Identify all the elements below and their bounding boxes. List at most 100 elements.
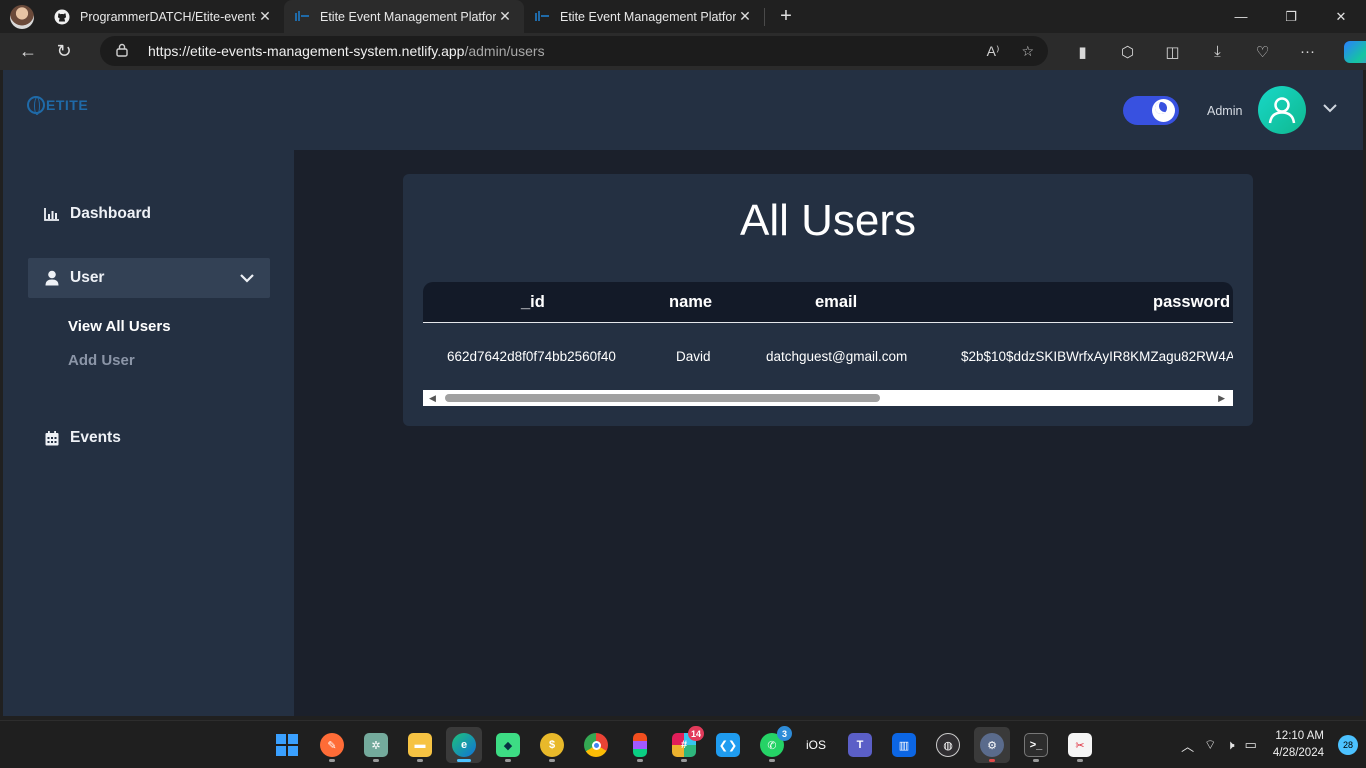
- column-header-id: _id: [521, 293, 545, 311]
- running-indicator: [1077, 759, 1083, 762]
- scroll-right-arrow-icon[interactable]: ▶: [1218, 393, 1225, 404]
- slack-icon[interactable]: #14: [666, 726, 704, 763]
- refresh-icon[interactable]: ↻: [46, 41, 82, 62]
- close-tab-icon[interactable]: ✕: [496, 8, 514, 25]
- cell-password: $2b$10$ddzSKIBWrfxAyIR8KMZagu82RW4A: [961, 349, 1233, 364]
- users-table: _id name email password 662d7642d8f0f74b…: [423, 282, 1233, 406]
- running-indicator: [417, 759, 423, 762]
- chevron-up-icon[interactable]: ︿: [1181, 736, 1194, 755]
- close-tab-icon[interactable]: ✕: [256, 8, 274, 25]
- wifi-icon[interactable]: ⌔: [1204, 737, 1216, 753]
- more-menu-icon[interactable]: ···: [1285, 43, 1330, 60]
- battery-icon[interactable]: ▭: [1245, 737, 1257, 753]
- running-indicator: [373, 759, 379, 762]
- volume-icon[interactable]: 🕨: [1226, 737, 1234, 753]
- clock[interactable]: 12:10 AM 4/28/2024: [1273, 728, 1324, 762]
- notification-badge[interactable]: 28: [1338, 735, 1358, 755]
- running-indicator: [1033, 759, 1039, 762]
- browser-tab-etite[interactable]: Etite Event Management Platform ✕: [524, 0, 764, 33]
- vscode-icon[interactable]: ❮❯: [710, 727, 746, 763]
- new-tab-button[interactable]: +: [771, 5, 801, 28]
- calendar-icon: [44, 430, 60, 446]
- sidebar-item-dashboard[interactable]: Dashboard: [28, 194, 270, 234]
- maximize-icon[interactable]: ❐: [1266, 0, 1316, 33]
- windows-start-button[interactable]: [269, 727, 305, 763]
- snipping-tool-icon[interactable]: ✂: [1062, 727, 1098, 763]
- sidebar: Dashboard User View All Users Add User E…: [3, 150, 294, 716]
- window-controls: — ❐ ✕: [1216, 0, 1366, 33]
- sidebar-item-label: Events: [70, 429, 121, 446]
- settings-icon[interactable]: ⚙: [974, 727, 1010, 763]
- browser-tab-etite-active[interactable]: Etite Event Management Platform ✕: [284, 0, 524, 33]
- app-header: ETITE Admin: [3, 70, 1363, 150]
- money-app-icon[interactable]: $: [534, 727, 570, 763]
- copilot-icon[interactable]: [1344, 40, 1366, 63]
- sidebar-subitem-view-all-users[interactable]: View All Users: [68, 318, 171, 335]
- scroll-left-arrow-icon[interactable]: ◀: [429, 393, 436, 404]
- etite-icon: [294, 9, 310, 25]
- windows-logo-icon: [276, 734, 298, 756]
- sidebar-item-user[interactable]: User: [28, 258, 270, 298]
- split-screen-icon[interactable]: ◫: [1150, 43, 1195, 61]
- android-studio-icon[interactable]: ◆: [490, 727, 526, 763]
- browser-tab-github[interactable]: ProgrammerDATCH/Etite-event-r ✕: [44, 0, 284, 33]
- edge-icon[interactable]: e: [446, 727, 482, 763]
- close-tab-icon[interactable]: ✕: [736, 8, 754, 25]
- url-path: /admin/users: [464, 43, 545, 59]
- user-avatar-icon: [1268, 97, 1296, 124]
- github-icon: [54, 9, 70, 25]
- lock-icon: [116, 43, 130, 60]
- browser-tab-bar: ProgrammerDATCH/Etite-event-r ✕ Etite Ev…: [0, 0, 1366, 33]
- running-indicator: [769, 759, 775, 762]
- postman-icon[interactable]: ✎: [314, 727, 350, 763]
- terminal-icon[interactable]: >_: [1018, 727, 1054, 763]
- theme-toggle[interactable]: [1123, 96, 1179, 125]
- address-bar[interactable]: https://etite-events-management-system.n…: [100, 36, 1048, 66]
- table-header: _id name email password: [423, 282, 1233, 323]
- active-indicator: [457, 759, 471, 762]
- sidebar-item-events[interactable]: Events: [28, 418, 270, 458]
- web-app: ETITE Admin Dashboard User View All User…: [3, 70, 1363, 716]
- trello-icon[interactable]: ▥: [886, 727, 922, 763]
- file-explorer-icon[interactable]: ▬: [402, 727, 438, 763]
- teams-icon[interactable]: T: [842, 727, 878, 763]
- read-aloud-icon[interactable]: A⁾: [987, 43, 1000, 60]
- ios-app-icon[interactable]: iOS: [798, 727, 834, 763]
- whatsapp-icon[interactable]: ✆ 3: [754, 726, 792, 763]
- moon-icon: [1152, 99, 1175, 122]
- tab-title: Etite Event Management Platform: [560, 9, 736, 24]
- sidebar-item-label: User: [70, 269, 105, 286]
- clock-time: 12:10 AM: [1275, 730, 1324, 742]
- scrollbar-thumb[interactable]: [445, 394, 880, 402]
- url-host: https://etite-events-management-system.n…: [148, 43, 465, 59]
- browser-essentials-icon[interactable]: ♡: [1240, 43, 1285, 61]
- sidebar-subitem-add-user[interactable]: Add User: [68, 352, 135, 369]
- back-arrow-icon[interactable]: ←: [10, 41, 46, 62]
- etite-logo[interactable]: ETITE: [27, 96, 89, 115]
- system-tray: ︿ ⌔ 🕨 ▭ 12:10 AM 4/28/2024 28: [1181, 721, 1366, 768]
- browser-profile-avatar[interactable]: [10, 4, 34, 29]
- favorite-star-icon[interactable]: ☆: [1021, 43, 1034, 60]
- minimize-icon[interactable]: —: [1216, 0, 1266, 33]
- chrome-icon[interactable]: [578, 727, 614, 763]
- cell-name: David: [676, 349, 711, 364]
- collections-icon[interactable]: ▮: [1060, 43, 1105, 61]
- figma-icon[interactable]: [622, 727, 658, 763]
- downloads-icon[interactable]: ⤓: [1195, 43, 1240, 60]
- user-icon: [44, 270, 60, 286]
- chevron-down-icon[interactable]: [1323, 100, 1337, 118]
- logo-text: ETITE: [46, 97, 89, 113]
- extensions-icon[interactable]: ⬡: [1105, 43, 1150, 61]
- tab-title: Etite Event Management Platform: [320, 9, 496, 24]
- horizontal-scrollbar[interactable]: ◀ ▶: [423, 390, 1233, 406]
- avatar[interactable]: [1258, 86, 1306, 134]
- running-indicator: [989, 759, 995, 762]
- chatgpt-icon[interactable]: ✲: [358, 727, 394, 763]
- browser-toolbar: ← ↻ https://etite-events-management-syst…: [0, 33, 1366, 70]
- sidebar-item-label: Dashboard: [70, 205, 151, 222]
- main-content: All Users _id name email password 662d76…: [294, 150, 1363, 716]
- obs-icon[interactable]: ◍: [930, 727, 966, 763]
- running-indicator: [549, 759, 555, 762]
- running-indicator: [329, 759, 335, 762]
- close-window-icon[interactable]: ✕: [1316, 0, 1366, 33]
